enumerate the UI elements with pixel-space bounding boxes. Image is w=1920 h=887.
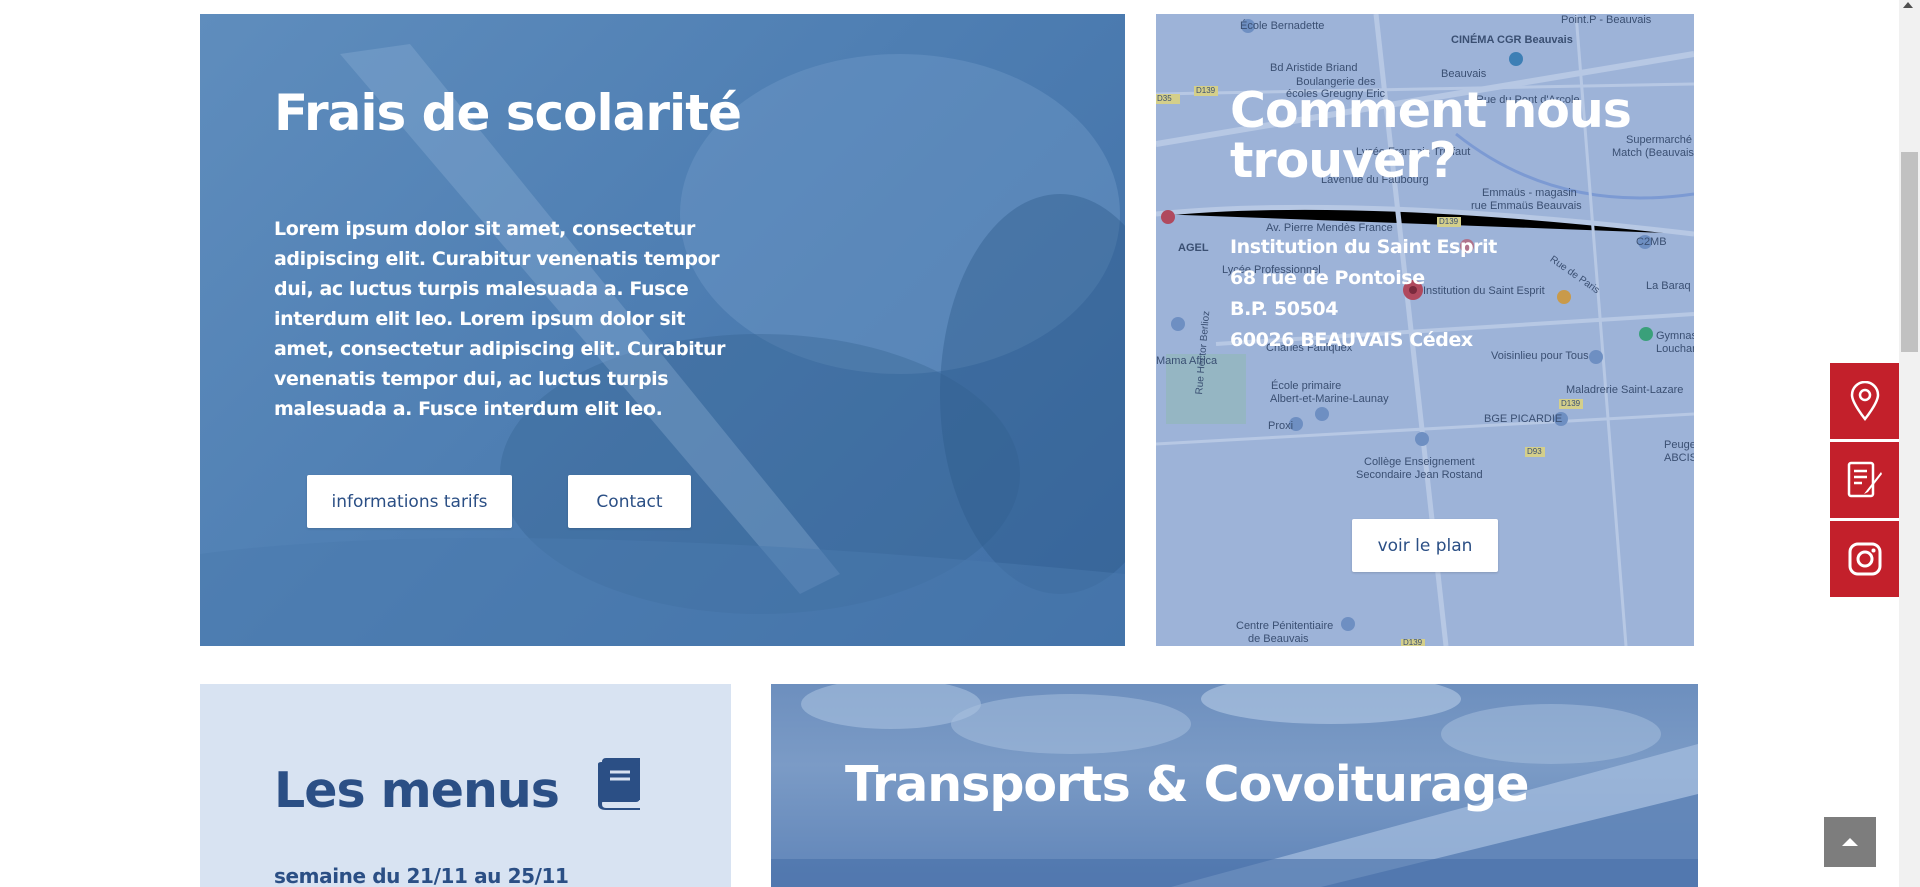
map-pin-icon [1850, 381, 1880, 421]
scroll-up-arrow-icon[interactable] [1903, 2, 1913, 8]
menus-title: Les menus [274, 762, 560, 819]
transports-card: Transports & Covoiturage [771, 684, 1698, 887]
map-label: Louchard [1656, 343, 1694, 355]
map-label: AGEL [1178, 242, 1209, 254]
address-line: 68 rue de Pontoise [1230, 267, 1425, 289]
chevron-up-icon [1842, 838, 1858, 846]
map-label: Maladrerie Saint-Lazare [1566, 384, 1684, 396]
map-label: rue Emmaüs Beauvais [1471, 200, 1582, 212]
map-label: Gymnase [1656, 330, 1694, 342]
contact-button[interactable]: Contact [568, 475, 691, 528]
map-label: Point.P - Beauvais [1561, 14, 1652, 26]
map-label: ABCIS by [1664, 452, 1694, 464]
map-label: Beauvais [1441, 68, 1487, 80]
address-line: 60026 BEAUVAIS Cédex [1230, 329, 1473, 351]
map-label: Bd Aristide Briand [1270, 62, 1358, 74]
location-title-line1: Comment nous [1230, 82, 1632, 139]
map-label: Voisinlieu pour Tous [1491, 350, 1589, 362]
map-label: D93 [1527, 447, 1542, 456]
map-label: C2MB [1636, 236, 1667, 248]
view-map-button[interactable]: voir le plan [1352, 519, 1498, 572]
map-label: D139 [1196, 86, 1216, 95]
map-label: École primaire [1271, 380, 1342, 392]
map-label: D35 [1157, 94, 1172, 103]
back-to-top-button[interactable] [1824, 817, 1876, 867]
location-title-line2: trouver? [1230, 132, 1457, 189]
transports-title: Transports & Covoiturage [845, 756, 1530, 813]
map-label: Supermarché [1626, 134, 1693, 146]
map-label: D139 [1561, 399, 1581, 408]
tuition-card: Frais de scolarité Lorem ipsum dolor sit… [200, 14, 1125, 646]
map-label: Centre Pénitentiaire [1236, 620, 1334, 632]
map-label: D139 [1439, 217, 1459, 226]
document-edit-icon [1847, 461, 1882, 498]
tariff-info-button[interactable]: informations tarifs [307, 475, 512, 528]
side-document-button[interactable] [1830, 442, 1900, 518]
location-title: Comment nous trouver? [1230, 86, 1632, 189]
tuition-title: Frais de scolarité [274, 84, 742, 142]
map-label: La Baraq [1646, 280, 1691, 292]
map-label: CINÉMA CGR Beauvais [1451, 34, 1573, 46]
address-line: B.P. 50504 [1230, 298, 1339, 320]
map-label: BGE PICARDIE [1484, 413, 1563, 425]
book-icon [598, 758, 640, 810]
map-label: Institution du Saint Esprit [1423, 285, 1545, 297]
page-scrollbar[interactable] [1899, 0, 1920, 887]
map-label: Av. Pierre Mendès France [1266, 222, 1393, 234]
map-label: Albert-et-Marine-Launay [1270, 393, 1389, 405]
scrollbar-thumb[interactable] [1901, 152, 1918, 352]
menus-week: semaine du 21/11 au 25/11 [274, 864, 569, 887]
address-line: Institution du Saint Esprit [1230, 236, 1497, 258]
map-label: Emmaüs - magasin [1482, 187, 1577, 199]
side-instagram-button[interactable] [1830, 521, 1900, 597]
map-label: Proxi [1268, 420, 1294, 432]
tuition-body: Lorem ipsum dolor sit amet, consectetur … [274, 218, 726, 420]
location-card: École Bernadette Point.P - Beauvais CINÉ… [1156, 14, 1694, 646]
map-label: de Beauvais [1248, 633, 1309, 645]
instagram-icon [1848, 542, 1882, 576]
map-label: D139 [1403, 638, 1423, 646]
side-location-button[interactable] [1830, 363, 1900, 439]
map-label: Secondaire Jean Rostand [1356, 469, 1483, 481]
menus-card: Les menus semaine du 21/11 au 25/11 [200, 684, 731, 887]
map-label: Collège Enseignement [1364, 456, 1475, 468]
map-label: École Bernadette [1240, 20, 1325, 32]
map-label: Peugeo [1664, 439, 1694, 451]
